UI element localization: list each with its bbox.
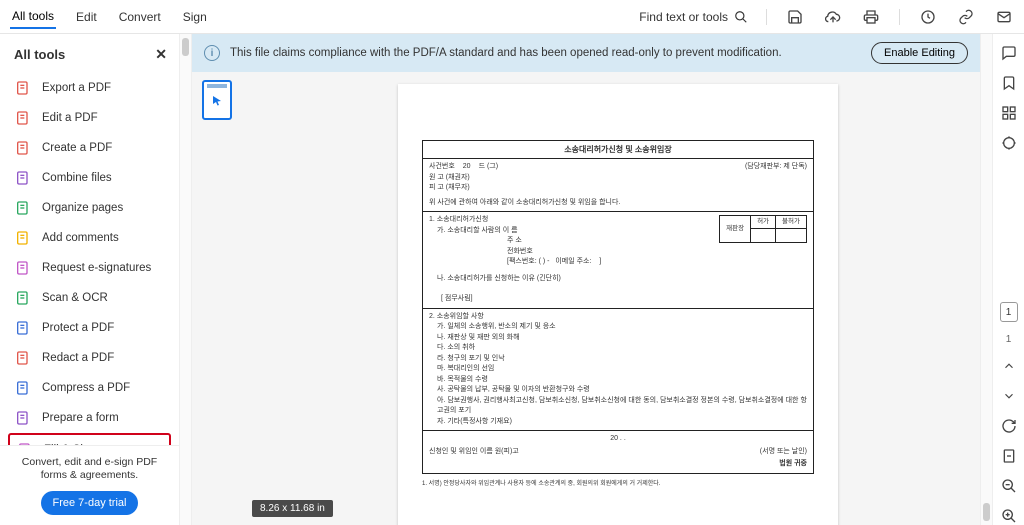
- grid-icon[interactable]: [1000, 104, 1018, 122]
- tool-protect-a-pdf[interactable]: Protect a PDF: [8, 313, 171, 343]
- tool-label: Protect a PDF: [42, 322, 114, 334]
- tool-icon: [14, 109, 32, 127]
- tool-label: Export a PDF: [42, 82, 111, 94]
- approval-table: 재판장허가불허가: [719, 215, 807, 243]
- print-icon[interactable]: [861, 7, 881, 27]
- page-viewport[interactable]: 소송대리허가신청 및 소송위임장 사건번호 20 드 (그) (담당재판부: 제…: [256, 72, 980, 525]
- page-thumbnail-1[interactable]: [202, 80, 232, 120]
- chevron-down-icon[interactable]: [1000, 387, 1018, 405]
- doc-footnote: 1. 서명) 안정당사자와 위임관계나 사용자 등에 소송관계의 중, 회원의위…: [422, 478, 814, 487]
- tool-label: Prepare a form: [42, 412, 119, 424]
- tool-icon: [14, 79, 32, 97]
- tool-icon: [14, 349, 32, 367]
- center-pane: i This file claims compliance with the P…: [192, 34, 980, 525]
- cursor-icon: [211, 94, 223, 108]
- tool-label: Request e-signatures: [42, 262, 151, 274]
- topbar: All tools Edit Convert Sign Find text or…: [0, 0, 1024, 34]
- chevron-up-icon[interactable]: [1000, 357, 1018, 375]
- save-icon[interactable]: [785, 7, 805, 27]
- sidebar: All tools ✕ Export a PDF Edit a PDF Create…: [0, 34, 180, 525]
- comment-icon[interactable]: [1000, 44, 1018, 62]
- tool-label: Redact a PDF: [42, 352, 114, 364]
- tool-icon: [14, 139, 32, 157]
- enable-editing-button[interactable]: Enable Editing: [871, 42, 968, 64]
- page-dimensions: 8.26 x 11.68 in: [252, 500, 333, 517]
- doc-sec1-box: 1. 소송대리허가신청 가. 소송대리할 사람의 이 름 주 소 전화번호 [팩…: [422, 212, 814, 309]
- find-label: Find text or tools: [639, 10, 728, 24]
- rotate-icon[interactable]: [1000, 417, 1018, 435]
- link-icon[interactable]: [956, 7, 976, 27]
- settings-icon[interactable]: [1000, 134, 1018, 152]
- tab-convert[interactable]: Convert: [117, 6, 163, 28]
- tool-label: Create a PDF: [42, 142, 112, 154]
- tool-label: Edit a PDF: [42, 112, 98, 124]
- search-icon: [734, 10, 748, 24]
- tool-fill-sign[interactable]: Fill & Sign: [8, 433, 171, 445]
- sidebar-header: All tools ✕: [0, 34, 179, 71]
- footer-text-2: forms & agreements.: [12, 469, 167, 483]
- tool-edit-a-pdf[interactable]: Edit a PDF: [8, 103, 171, 133]
- tool-icon: [14, 199, 32, 217]
- tool-icon: [14, 409, 32, 427]
- document-area: 소송대리허가신청 및 소송위임장 사건번호 20 드 (그) (담당재판부: 제…: [192, 72, 980, 525]
- tool-list: Export a PDF Edit a PDF Create a PDF Combin…: [0, 71, 179, 445]
- doc-sign-box: 20 . . 신청인 및 위임인 이름 원(피)고 (서명 또는 날인) 법원 …: [422, 431, 814, 474]
- tab-edit[interactable]: Edit: [74, 6, 99, 28]
- zoom-in-icon[interactable]: [1000, 507, 1018, 525]
- tool-prepare-a-form[interactable]: Prepare a form: [8, 403, 171, 433]
- doc-case-box: 사건번호 20 드 (그) (담당재판부: 제 단독) 원 고 (채권자) 피 …: [422, 158, 814, 212]
- document-page: 소송대리허가신청 및 소송위임장 사건번호 20 드 (그) (담당재판부: 제…: [398, 84, 838, 525]
- banner-text: This file claims compliance with the PDF…: [230, 47, 782, 59]
- tool-combine-files[interactable]: Combine files: [8, 163, 171, 193]
- tool-label: Scan & OCR: [42, 292, 108, 304]
- tool-label: Compress a PDF: [42, 382, 130, 394]
- scrollbar-left[interactable]: [180, 34, 192, 525]
- tool-label: Combine files: [42, 172, 112, 184]
- tool-add-comments[interactable]: Add comments: [8, 223, 171, 253]
- tool-icon: [14, 259, 32, 277]
- sidebar-footer: Convert, edit and e-sign PDF forms & agr…: [0, 445, 179, 525]
- tool-compress-a-pdf[interactable]: Compress a PDF: [8, 373, 171, 403]
- tab-sign[interactable]: Sign: [181, 6, 209, 28]
- info-icon: i: [204, 45, 220, 61]
- bookmark-icon[interactable]: [1000, 74, 1018, 92]
- pdfa-banner: i This file claims compliance with the P…: [192, 34, 980, 72]
- thumbnail-column: [192, 72, 256, 525]
- right-rail: 1 1: [992, 34, 1024, 525]
- zoom-out-icon[interactable]: [1000, 477, 1018, 495]
- scrollbar-center-right[interactable]: [980, 34, 992, 525]
- tool-request-e-signatures[interactable]: Request e-signatures: [8, 253, 171, 283]
- tool-icon: [14, 169, 32, 187]
- doc-sec2-box: 2. 소송위임할 사항 가. 일체의 소송행위, 반소의 제기 및 응소 나. …: [422, 309, 814, 432]
- page-number[interactable]: 1: [1000, 302, 1018, 322]
- free-trial-button[interactable]: Free 7-day trial: [41, 491, 139, 515]
- cloud-icon[interactable]: [823, 7, 843, 27]
- tool-label: Add comments: [42, 232, 119, 244]
- tab-all-tools[interactable]: All tools: [10, 5, 56, 29]
- find-tools[interactable]: Find text or tools: [639, 10, 748, 24]
- tool-icon: [14, 229, 32, 247]
- tool-icon: [14, 289, 32, 307]
- tool-export-a-pdf[interactable]: Export a PDF: [8, 73, 171, 103]
- tool-icon: [14, 319, 32, 337]
- tool-scan-ocr[interactable]: Scan & OCR: [8, 283, 171, 313]
- tool-organize-pages[interactable]: Organize pages: [8, 193, 171, 223]
- tool-label: Organize pages: [42, 202, 123, 214]
- sidebar-title: All tools: [14, 47, 65, 62]
- main: All tools ✕ Export a PDF Edit a PDF Create…: [0, 34, 1024, 525]
- close-icon[interactable]: ✕: [155, 46, 167, 63]
- mail-icon[interactable]: [994, 7, 1014, 27]
- tool-icon: [14, 379, 32, 397]
- ai-icon[interactable]: [918, 7, 938, 27]
- tool-create-a-pdf[interactable]: Create a PDF: [8, 133, 171, 163]
- fit-width-icon[interactable]: [1000, 447, 1018, 465]
- tool-redact-a-pdf[interactable]: Redact a PDF: [8, 343, 171, 373]
- page-total: 1: [1006, 334, 1012, 345]
- footer-text-1: Convert, edit and e-sign PDF: [12, 456, 167, 470]
- doc-title: 소송대리허가신청 및 소송위임장: [422, 140, 814, 158]
